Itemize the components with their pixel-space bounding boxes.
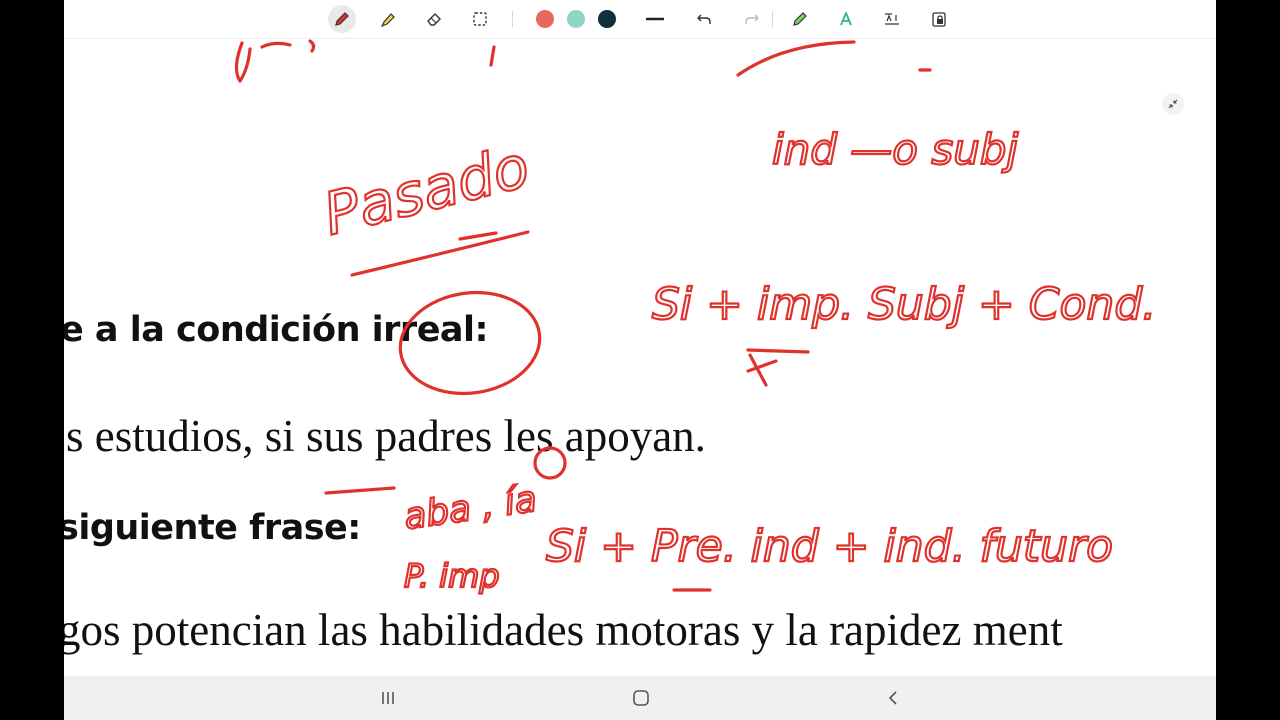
home-button[interactable] bbox=[621, 684, 661, 712]
svg-text:P. imp: P. imp bbox=[404, 557, 500, 595]
ink-stroke-top-tick bbox=[489, 45, 496, 67]
redo-button[interactable] bbox=[738, 5, 766, 33]
recent-apps-button[interactable] bbox=[368, 684, 408, 712]
highlighter-tool-button[interactable] bbox=[374, 5, 402, 33]
read-only-lock-icon bbox=[932, 12, 946, 27]
note-canvas[interactable]: e a la condición irreal: s estudios, si … bbox=[64, 39, 1216, 676]
toolbar-divider bbox=[772, 11, 773, 27]
stroke-width-icon bbox=[646, 17, 664, 21]
dark-teal-swatch-icon bbox=[598, 10, 616, 28]
undo-icon bbox=[697, 14, 711, 24]
color-swatch-coral[interactable] bbox=[531, 5, 559, 33]
pen-tool-button[interactable] bbox=[328, 5, 356, 33]
handwriting-to-text-icon bbox=[840, 12, 852, 26]
si-pre-ind-futuro-note: Si + Pre. ind + ind. futuro bbox=[545, 520, 1114, 592]
read-only-lock-button[interactable] bbox=[925, 5, 953, 33]
recent-apps-icon bbox=[382, 692, 394, 704]
stroke-width-button[interactable] bbox=[641, 5, 669, 33]
eraser-tool-button[interactable] bbox=[420, 5, 448, 33]
system-navigation-bar bbox=[64, 676, 1216, 720]
home-icon bbox=[633, 690, 649, 706]
ink-stroke-top-left bbox=[234, 41, 252, 83]
ind-subj-note: ind —o subj bbox=[771, 68, 1020, 175]
pasado-note: Pasado bbox=[316, 131, 537, 277]
color-swatch-mint[interactable] bbox=[562, 5, 590, 33]
color-swatch-dark-teal[interactable] bbox=[593, 5, 621, 33]
text-to-speech-icon bbox=[885, 13, 899, 25]
pen-icon bbox=[335, 12, 349, 26]
svg-text:ind —o subj: ind —o subj bbox=[772, 125, 1019, 174]
highlighter-icon bbox=[380, 13, 395, 28]
text-to-speech-button[interactable] bbox=[878, 5, 906, 33]
back-button[interactable] bbox=[874, 684, 914, 712]
coral-swatch-icon bbox=[536, 10, 554, 28]
svg-text:Pasado: Pasado bbox=[317, 132, 536, 248]
drawing-toolbar bbox=[64, 0, 1216, 39]
eraser-icon bbox=[427, 13, 441, 26]
toolbar-divider bbox=[512, 11, 513, 27]
pen-settings-icon bbox=[793, 12, 807, 26]
ink-stroke-top-left-2 bbox=[260, 39, 316, 53]
svg-text:Si + imp. Subj + Cond.: Si + imp. Subj + Cond. bbox=[652, 279, 1156, 330]
svg-text:aba , ía: aba , ía bbox=[402, 479, 540, 538]
irreal-circle bbox=[398, 290, 542, 396]
si-imp-subj-note: Si + imp. Subj + Cond. bbox=[651, 278, 1157, 387]
note-app-screen: e a la condición irreal: s estudios, si … bbox=[64, 0, 1216, 720]
aba-ia-note: aba , ía bbox=[324, 446, 567, 539]
lasso-select-icon bbox=[473, 12, 487, 26]
svg-text:Si + Pre. ind + ind. futuro: Si + Pre. ind + ind. futuro bbox=[546, 521, 1113, 572]
mint-swatch-icon bbox=[567, 10, 585, 28]
collapse-arrows-icon bbox=[1168, 99, 1178, 109]
handwritten-annotations: Pasado ind —o subj Si + imp. Subj + Cond… bbox=[234, 39, 1157, 596]
undo-button[interactable] bbox=[690, 5, 718, 33]
redo-icon bbox=[745, 14, 759, 24]
ink-stroke-top-right bbox=[736, 40, 856, 77]
back-icon bbox=[888, 691, 897, 705]
p-imp-note: P. imp bbox=[403, 556, 501, 596]
pen-settings-button[interactable] bbox=[786, 5, 814, 33]
lasso-select-tool-button[interactable] bbox=[466, 5, 494, 33]
handwriting-to-text-button[interactable] bbox=[832, 5, 860, 33]
collapse-toolbar-button[interactable] bbox=[1162, 93, 1184, 115]
